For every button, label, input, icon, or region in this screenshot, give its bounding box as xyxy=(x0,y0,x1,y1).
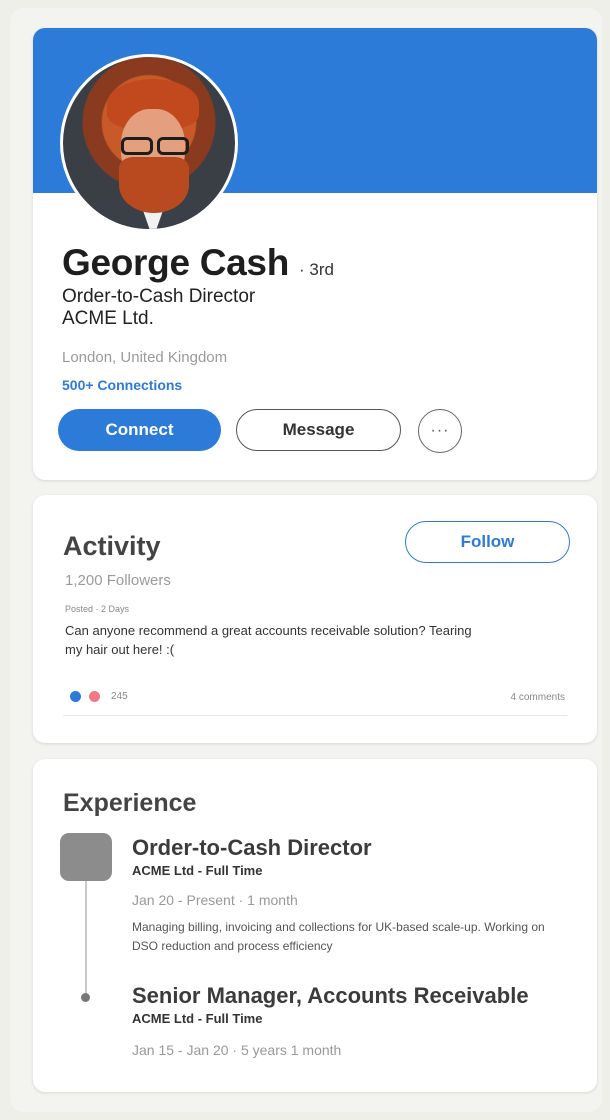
reaction-count: 245 xyxy=(111,691,128,702)
reactions[interactable]: 245 xyxy=(70,691,128,702)
profile-card: George Cash · 3rd Order-to-Cash Director… xyxy=(33,28,597,480)
activity-heading: Activity xyxy=(63,531,161,561)
followers-count: 1,200 Followers xyxy=(65,572,171,589)
job-company: ACME Ltd - Full Time xyxy=(132,863,263,878)
like-reaction-icon xyxy=(70,691,81,702)
timeline-line xyxy=(85,881,87,997)
post-text[interactable]: Can anyone recommend a great accounts re… xyxy=(65,621,485,659)
experience-heading: Experience xyxy=(63,789,197,817)
love-reaction-icon xyxy=(89,691,100,702)
connect-button[interactable]: Connect xyxy=(58,409,221,451)
message-button[interactable]: Message xyxy=(236,409,401,451)
avatar[interactable] xyxy=(60,54,238,232)
profile-location: London, United Kingdom xyxy=(62,349,228,366)
company-logo-icon xyxy=(60,833,112,881)
connections-link[interactable]: 500+ Connections xyxy=(62,377,182,393)
job-title[interactable]: Senior Manager, Accounts Receivable xyxy=(132,983,529,1009)
divider xyxy=(63,715,567,716)
job-description: Managing billing, invoicing and collecti… xyxy=(132,920,545,953)
comments-link[interactable]: 4 comments xyxy=(511,692,565,703)
connection-degree: · 3rd xyxy=(298,260,334,279)
profile-name-text: George Cash xyxy=(62,242,289,283)
follow-button[interactable]: Follow xyxy=(405,521,570,563)
profile-title: Order-to-Cash Director xyxy=(62,286,256,307)
activity-card: Activity Follow 1,200 Followers Posted ·… xyxy=(33,495,597,743)
job-dates: Jan 20 - Present · 1 month xyxy=(132,892,298,908)
job-company: ACME Ltd - Full Time xyxy=(132,1011,263,1026)
timeline-dot xyxy=(81,993,90,1002)
more-options-button[interactable]: ··· xyxy=(418,409,462,453)
profile-company: ACME Ltd. xyxy=(62,308,154,329)
job-title[interactable]: Order-to-Cash Director xyxy=(132,835,372,861)
post-timestamp: Posted · 2 Days xyxy=(65,604,130,614)
more-icon: ··· xyxy=(430,422,450,439)
profile-name: George Cash · 3rd xyxy=(62,242,334,284)
job-dates: Jan 15 - Jan 20 · 5 years 1 month xyxy=(132,1042,342,1058)
experience-card: Experience Order-to-Cash Director ACME L… xyxy=(33,759,597,1092)
